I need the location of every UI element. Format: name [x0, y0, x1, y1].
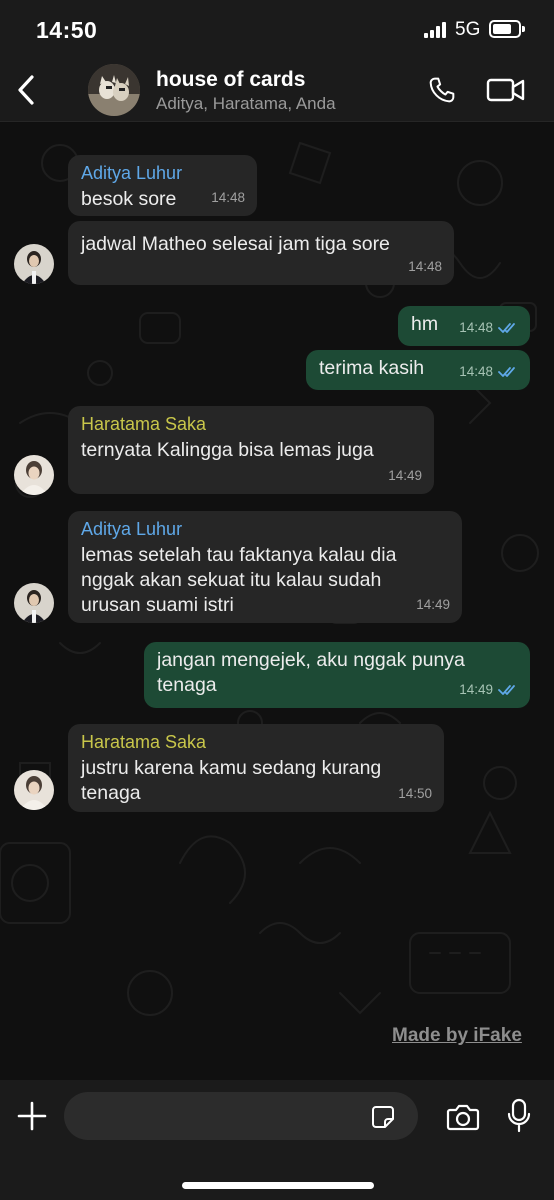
message-bubble-outgoing[interactable]: hm 14:48: [398, 306, 530, 346]
camera-icon: [446, 1104, 480, 1131]
watermark-link[interactable]: Made by iFake: [392, 1025, 522, 1047]
message-meta: 14:50: [398, 781, 432, 806]
message-meta: 14:48: [211, 185, 245, 210]
sender-avatar[interactable]: [14, 583, 54, 623]
message-meta: 14:48: [459, 315, 518, 340]
sticker-icon: [372, 1106, 394, 1128]
message-time: 14:48: [211, 190, 245, 205]
message-text: justru karena kamu sedang kurang tenaga: [81, 757, 382, 804]
message-time: 14:49: [459, 682, 493, 697]
double-check-icon: [498, 322, 515, 333]
attach-button[interactable]: [14, 1098, 50, 1134]
chat-members[interactable]: Aditya, Haratama, Anda: [156, 94, 336, 114]
camera-button[interactable]: [444, 1098, 482, 1136]
chat-title[interactable]: house of cards: [156, 68, 305, 92]
microphone-icon: [507, 1098, 531, 1133]
message-bubble-incoming[interactable]: Haratama Saka ternyata Kalingga bisa lem…: [68, 406, 434, 494]
whatsapp-chat-screen: 14:50 5G house of cards Aditya, Haratama…: [0, 0, 554, 1200]
message-time: 14:48: [459, 364, 493, 379]
sender-name: Aditya Luhur: [81, 163, 183, 183]
message-list[interactable]: Aditya Luhur besok sore 14:48 jadwal Mat…: [0, 123, 554, 1080]
sender-avatar[interactable]: [14, 455, 54, 495]
voice-call-button[interactable]: [422, 70, 462, 110]
message-meta: 14:48: [408, 254, 442, 279]
video-camera-icon: [486, 78, 525, 102]
message-text: jadwal Matheo selesai jam tiga sore: [81, 233, 390, 255]
signal-icon: [424, 22, 450, 38]
message-text: lemas setelah tau faktanya kalau dia ngg…: [81, 544, 397, 616]
message-bubble-incoming[interactable]: Aditya Luhur besok sore 14:48: [68, 155, 257, 216]
back-button[interactable]: [8, 68, 44, 112]
message-bubble-outgoing[interactable]: terima kasih 14:48: [306, 350, 530, 390]
message-meta: 14:49: [388, 463, 422, 488]
status-bar: 14:50 5G: [0, 0, 554, 60]
aditya-avatar-photo: [14, 244, 54, 284]
haratama-avatar-photo: [14, 455, 54, 495]
message-time: 14:48: [408, 259, 442, 274]
message-time: 14:49: [416, 597, 450, 612]
message-bubble-incoming[interactable]: Haratama Saka justru karena kamu sedang …: [68, 724, 444, 812]
phone-icon: [429, 77, 455, 103]
chat-header: house of cards Aditya, Haratama, Anda: [0, 60, 554, 122]
sticker-button[interactable]: [370, 1104, 396, 1130]
group-avatar[interactable]: [88, 64, 140, 116]
message-bubble-outgoing[interactable]: jangan mengejek, aku nggak punya tenaga …: [144, 642, 530, 708]
message-text: ternyata Kalingga bisa lemas juga: [81, 439, 374, 461]
video-call-button[interactable]: [484, 70, 528, 110]
sender-name: Haratama Saka: [81, 414, 207, 434]
chevron-left-icon: [18, 75, 34, 105]
message-meta: 14:48: [459, 359, 518, 384]
message-input[interactable]: [64, 1092, 418, 1140]
message-time: 14:48: [459, 320, 493, 335]
group-photo: [88, 64, 140, 116]
sender-avatar[interactable]: [14, 244, 54, 284]
battery-icon: [489, 20, 525, 38]
double-check-icon: [498, 366, 515, 377]
message-bubble-incoming[interactable]: Aditya Luhur lemas setelah tau faktanya …: [68, 511, 462, 623]
message-bubble-incoming[interactable]: jadwal Matheo selesai jam tiga sore 14:4…: [68, 221, 454, 285]
sender-avatar[interactable]: [14, 770, 54, 810]
haratama-avatar-photo: [14, 770, 54, 810]
microphone-button[interactable]: [504, 1096, 534, 1136]
message-meta: 14:49: [459, 677, 518, 702]
double-check-icon: [498, 684, 515, 695]
aditya-avatar-photo: [14, 583, 54, 623]
plus-icon: [17, 1101, 47, 1131]
message-meta: 14:49: [416, 592, 450, 617]
sender-name: Aditya Luhur: [81, 519, 183, 539]
message-time: 14:50: [398, 786, 432, 801]
sender-name: Haratama Saka: [81, 732, 207, 752]
status-time: 14:50: [36, 17, 98, 43]
message-time: 14:49: [388, 468, 422, 483]
message-input-bar: [0, 1080, 554, 1200]
home-indicator[interactable]: [182, 1182, 374, 1189]
network-label: 5G: [455, 19, 481, 40]
